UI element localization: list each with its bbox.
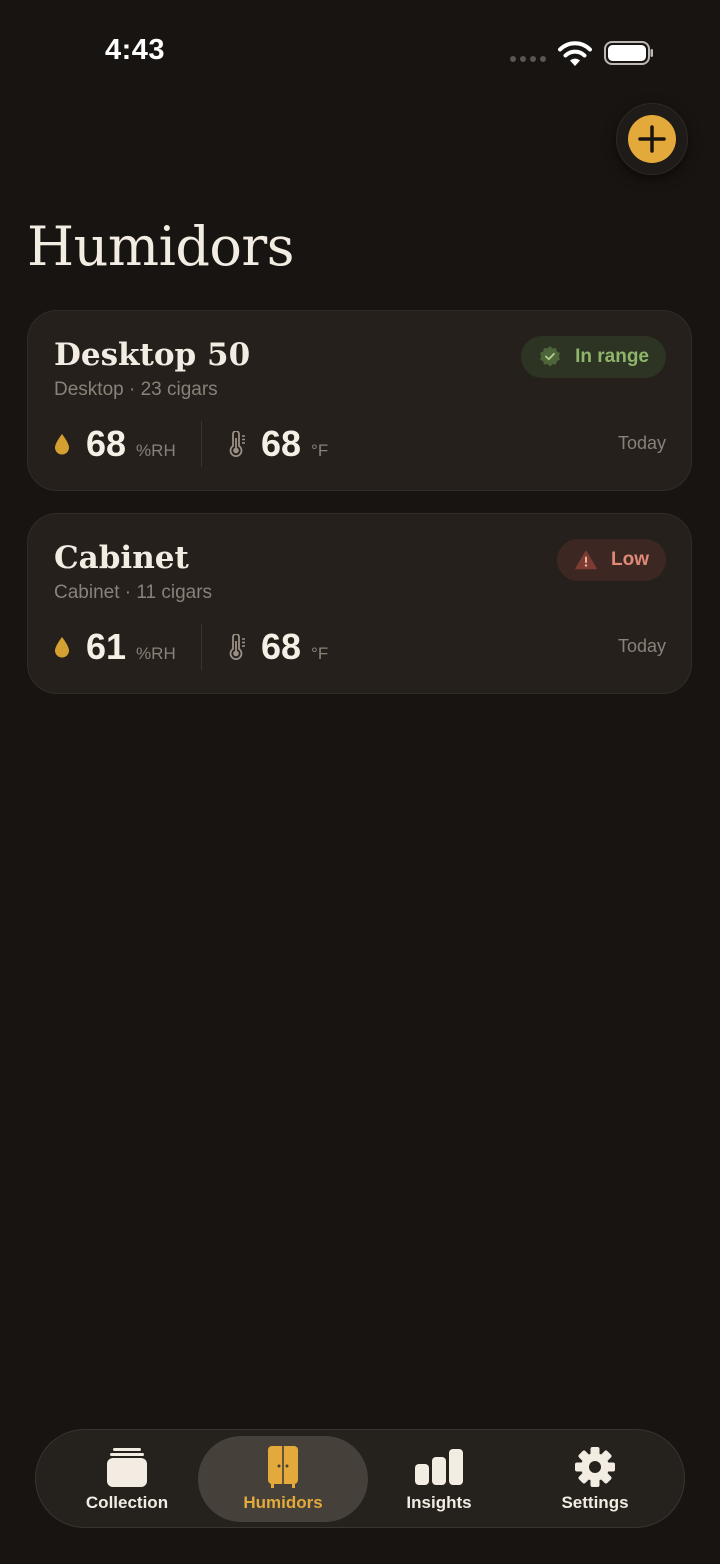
wifi-icon	[558, 41, 592, 66]
humidity-value: 61	[86, 626, 127, 667]
humidity-value: 68	[86, 423, 127, 464]
humidor-subtitle: Desktop · 23 cigars	[54, 379, 218, 400]
humidity-reading: 61 %RH	[54, 626, 176, 668]
page-title: Humidors	[27, 215, 294, 278]
tab-humidors[interactable]: Humidors	[198, 1436, 368, 1522]
status-badge: Low	[557, 539, 666, 581]
warning-triangle-icon	[575, 550, 597, 570]
temperature-unit: °F	[311, 644, 329, 663]
humidor-card-desktop-50[interactable]: Desktop 50 Desktop · 23 cigars In range …	[27, 310, 692, 491]
tab-bar: Collection Humidors Insights Settings	[35, 1429, 685, 1528]
metric-divider	[201, 624, 202, 670]
tab-insights[interactable]: Insights	[354, 1436, 524, 1522]
droplet-icon	[55, 434, 69, 455]
tab-collection[interactable]: Collection	[42, 1436, 212, 1522]
cellular-signal-icon	[510, 56, 546, 62]
tab-label: Collection	[85, 1493, 169, 1512]
gear-icon	[575, 1447, 615, 1487]
status-time: 4:43	[105, 34, 166, 66]
humidor-name: Cabinet	[54, 540, 189, 576]
humidor-name: Desktop 50	[54, 337, 251, 373]
humidity-reading: 68 %RH	[54, 423, 176, 465]
temperature-reading: 68 °F	[229, 423, 328, 465]
battery-icon	[604, 41, 653, 65]
temperature-unit: °F	[311, 441, 329, 460]
cards-stack-icon	[107, 1448, 147, 1487]
tab-label: Insights	[406, 1493, 472, 1512]
thermometer-icon	[229, 634, 245, 660]
status-badge: In range	[521, 336, 666, 378]
humidor-card-cabinet[interactable]: Cabinet Cabinet · 11 cigars Low 61 %RH 6	[27, 513, 692, 694]
metric-divider	[201, 421, 202, 467]
status-label: In range	[575, 346, 649, 367]
temperature-reading: 68 °F	[229, 626, 328, 668]
status-bar: 4:43	[0, 0, 720, 100]
plus-icon	[638, 125, 666, 153]
shield-check-icon	[540, 346, 561, 367]
cabinet-icon	[268, 1446, 298, 1488]
tab-settings[interactable]: Settings	[510, 1436, 680, 1522]
temperature-value: 68	[261, 626, 302, 667]
humidor-subtitle: Cabinet · 11 cigars	[54, 582, 213, 603]
droplet-icon	[55, 637, 69, 658]
tab-label: Settings	[561, 1493, 629, 1512]
humidity-unit: %RH	[136, 441, 176, 460]
last-updated: Today	[617, 433, 666, 453]
tab-label: Humidors	[243, 1493, 323, 1512]
temperature-value: 68	[261, 423, 302, 464]
humidity-unit: %RH	[136, 644, 176, 663]
status-label: Low	[611, 549, 649, 570]
add-humidor-button[interactable]	[616, 103, 688, 175]
bar-chart-icon	[415, 1449, 463, 1485]
last-updated: Today	[617, 636, 666, 656]
thermometer-icon	[229, 431, 245, 457]
